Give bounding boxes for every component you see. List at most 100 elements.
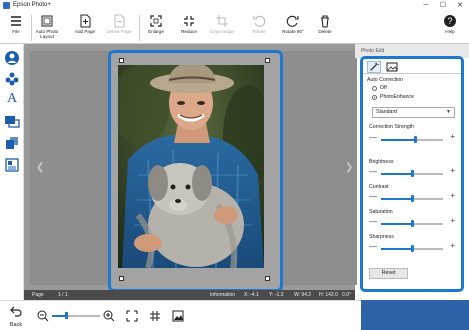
delete-page-button[interactable]: Delete Page — [102, 11, 136, 44]
previous-page-arrow-icon[interactable]: ❮ — [36, 162, 44, 173]
zoom-out-icon[interactable] — [37, 310, 49, 322]
zoom-slider[interactable] — [52, 312, 100, 319]
slider-thumb[interactable] — [410, 170, 414, 177]
back-label: Back — [9, 322, 23, 328]
rotate-90-button[interactable]: Rotate 90° — [278, 11, 308, 44]
crop-image-button[interactable]: Crop Image — [205, 11, 239, 44]
photoenhance-label: PhotoEnhance — [380, 94, 415, 100]
photoenhance-radio[interactable] — [372, 95, 377, 100]
auto-correction-label: Auto Correction — [367, 77, 404, 83]
status-bar: Page 1 / 1 Information X: -4.1 Y: -1.3 W… — [24, 290, 355, 300]
minus-icon[interactable]: — — [369, 217, 377, 226]
back-arrow-icon — [10, 306, 22, 317]
saturation-slider[interactable]: — + — [369, 216, 455, 228]
slider-track — [381, 248, 412, 250]
next-page-arrow-icon[interactable]: ❯ — [345, 162, 353, 173]
background-icon[interactable] — [4, 135, 20, 151]
fit-to-screen-icon[interactable] — [126, 310, 138, 322]
off-radio[interactable] — [372, 86, 377, 91]
svg-text:?: ? — [447, 16, 452, 26]
plus-icon[interactable]: + — [450, 166, 455, 175]
zoom-slider-thumb[interactable] — [64, 312, 68, 319]
off-label: Off — [380, 85, 387, 91]
app-icon — [3, 2, 10, 9]
brightness-label: Brightness — [369, 159, 394, 165]
reduce-icon — [184, 16, 194, 26]
add-page-icon — [80, 14, 91, 28]
add-page-button[interactable]: Add Page — [70, 11, 100, 44]
sharpness-slider[interactable]: — + — [369, 241, 455, 253]
rotate-left-label: Rotate — [252, 29, 266, 34]
help-icon: ? — [444, 15, 456, 27]
grid-icon[interactable] — [149, 310, 161, 322]
chevron-down-icon: ▼ — [446, 109, 451, 115]
minimize-button[interactable]: ─ — [419, 0, 433, 11]
slider-thumb[interactable] — [413, 136, 417, 143]
w-value: W: 94.2 — [294, 292, 312, 298]
angle-value: 0.0° — [342, 292, 351, 298]
plus-icon[interactable]: + — [450, 241, 455, 250]
minus-icon[interactable]: — — [369, 167, 377, 176]
correction-strength-label: Correction Strength — [369, 124, 414, 130]
frame-icon[interactable] — [4, 113, 20, 129]
resize-handle-top-left[interactable] — [119, 58, 124, 63]
help-label: Help — [445, 29, 455, 34]
resize-handle-top-right[interactable] — [265, 58, 270, 63]
slider-thumb[interactable] — [410, 220, 414, 227]
plus-icon[interactable]: + — [450, 216, 455, 225]
back-button[interactable]: Back — [5, 304, 27, 330]
rotate-left-button[interactable]: Rotate — [244, 11, 274, 44]
plus-icon[interactable]: + — [450, 132, 455, 141]
slider-track-rest — [415, 139, 443, 141]
hamburger-menu-icon — [11, 16, 21, 26]
file-menu-button[interactable]: File — [3, 11, 29, 44]
rotate-left-icon — [253, 15, 266, 27]
plus-icon[interactable]: + — [450, 191, 455, 200]
saturation-label: Saturation — [369, 209, 393, 215]
h-value: H: 142.0 — [319, 292, 338, 298]
toolbar: File Auto Photo Layout Add Page Delete P… — [0, 11, 469, 44]
crop-icon — [216, 15, 228, 27]
layout-icon[interactable] — [4, 157, 20, 173]
auto-layout-icon — [41, 15, 53, 27]
trash-icon — [321, 15, 329, 28]
slider-thumb[interactable] — [410, 245, 414, 252]
magic-wand-icon[interactable] — [367, 61, 381, 73]
zoom-in-icon[interactable] — [103, 310, 115, 322]
x-value: X: -4.1 — [244, 292, 259, 298]
resize-handle-bottom-left[interactable] — [119, 276, 124, 281]
toolbar-divider — [139, 15, 140, 41]
delete-page-icon — [114, 14, 125, 28]
brightness-slider[interactable]: — + — [369, 166, 455, 178]
person-icon[interactable] — [4, 50, 20, 66]
help-button[interactable]: ? Help — [439, 11, 461, 44]
information-label: Information — [210, 292, 236, 298]
maximize-button[interactable]: ☐ — [436, 0, 450, 11]
reset-button[interactable]: Reset — [369, 268, 408, 279]
sharpness-label: Sharpness — [369, 234, 394, 240]
image-adjust-icon[interactable] — [385, 61, 399, 73]
text-tool-icon[interactable]: A — [4, 91, 20, 107]
mode-select[interactable]: Standard ▼ — [372, 107, 455, 118]
close-button[interactable]: ✕ — [453, 0, 467, 11]
auto-photo-layout-button[interactable]: Auto Photo Layout — [34, 11, 60, 44]
rotate-right-icon — [286, 15, 299, 27]
contrast-label: Contrast — [369, 184, 389, 190]
reduce-button[interactable]: Reduce — [176, 11, 202, 44]
left-tool-bar: A — [0, 44, 24, 304]
resize-handle-bottom-right[interactable] — [265, 276, 270, 281]
slider-track — [381, 173, 412, 175]
slider-thumb[interactable] — [410, 195, 414, 202]
stamp-icon[interactable] — [4, 71, 20, 87]
image-preview-icon[interactable] — [172, 310, 184, 322]
minus-icon[interactable]: — — [369, 133, 377, 142]
minus-icon[interactable]: — — [369, 192, 377, 201]
minus-icon[interactable]: — — [369, 242, 377, 251]
delete-button[interactable]: Delete — [312, 11, 338, 44]
contrast-slider[interactable]: — + — [369, 191, 455, 203]
correction-strength-slider[interactable]: — + — [369, 132, 455, 144]
photo-image[interactable] — [118, 65, 264, 268]
y-value: Y: -1.3 — [269, 292, 284, 298]
slider-track-rest — [412, 248, 443, 250]
enlarge-button[interactable]: Enlarge — [143, 11, 169, 44]
